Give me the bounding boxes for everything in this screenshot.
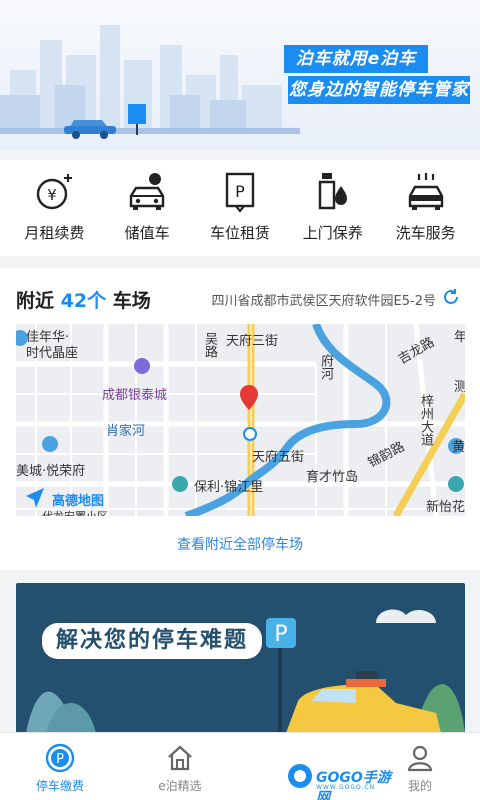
map-label: 成都银泰城 xyxy=(102,388,168,403)
promo-banner[interactable]: P 解决您的停车难题 xyxy=(16,583,465,733)
nearby-suffix: 车场 xyxy=(112,290,151,312)
watermark-logo: GOGO手游网 WWW.GOGO.CN xyxy=(286,762,404,800)
nearby-map[interactable]: 佳年华· 时代晶座 成都银泰城 肖家河 美城·悦荣府 保利·锦江里 天府三街 天… xyxy=(16,324,465,516)
bottom-tab-bar: P 停车缴费 e泊精选 我的 xyxy=(0,732,480,800)
hero-banner[interactable]: 泊车就用e泊车 您身边的智能停车管家 xyxy=(0,0,480,150)
service-monthly-renew[interactable]: ¥ 月租续费 xyxy=(9,170,99,256)
map-label: 年 xyxy=(454,330,465,345)
map-label: 育才竹岛 xyxy=(306,470,359,485)
map-label: 吴路 xyxy=(202,332,217,358)
map-label: 天府五街 xyxy=(252,450,305,465)
map-label: 时代晶座 xyxy=(26,346,79,361)
map-provider-logo: 高德地图 xyxy=(52,494,105,509)
nearby-prefix: 附近 xyxy=(16,290,55,312)
maintenance-oil-icon xyxy=(318,173,347,210)
parking-pay-icon: P xyxy=(45,743,75,773)
parking-lease-icon: P xyxy=(225,172,255,213)
nearby-count: 42个 xyxy=(60,290,107,312)
service-grid: ¥ 月租续费 储值车 P 车位租赁 上门保养 洗车服务 xyxy=(0,160,480,256)
nearby-heading: 附近 42个 车场 xyxy=(16,286,151,313)
map-label: 代龙安置小区 xyxy=(42,508,108,516)
service-label: 月租续费 xyxy=(24,224,85,242)
tab-label: e泊精选 xyxy=(158,779,202,793)
map-label: 保利·锦江里 xyxy=(194,480,264,495)
home-icon xyxy=(168,745,192,771)
promo-title: 解决您的停车难题 xyxy=(42,623,262,659)
svg-text:P: P xyxy=(56,752,64,767)
nearby-parking-card: 附近 42个 车场 四川省成都市武侯区天府软件园E5-2号 佳年华· 时代晶座 … xyxy=(0,268,480,570)
svg-text:P: P xyxy=(274,622,287,647)
current-address: 四川省成都市武侯区天府软件园E5-2号 xyxy=(211,294,436,309)
city-skyline-illustration xyxy=(0,25,300,139)
map-label: 梓州大道 xyxy=(418,394,433,446)
view-all-parking-link[interactable]: 查看附近全部停车场 xyxy=(0,534,480,554)
map-label: 天府三街 xyxy=(226,334,279,349)
map-label: 测 xyxy=(454,380,465,395)
tab-label: 停车缴费 xyxy=(35,779,84,793)
svg-text:¥: ¥ xyxy=(48,186,58,204)
stored-value-car-icon xyxy=(129,173,165,210)
service-stored-value-car[interactable]: 储值车 xyxy=(102,170,192,256)
map-label: 府河 xyxy=(318,354,333,380)
slogan-secondary: 您身边的智能停车管家 xyxy=(288,76,470,104)
watermark-icon xyxy=(288,764,312,788)
service-label: 上门保养 xyxy=(302,224,363,242)
refresh-location-icon[interactable] xyxy=(442,288,460,306)
service-label: 储值车 xyxy=(124,224,170,242)
service-label: 车位租赁 xyxy=(209,224,270,242)
map-label: 美城·悦荣府 xyxy=(16,464,86,479)
monthly-renew-icon: ¥ xyxy=(37,174,73,210)
slogan-primary: 泊车就用e泊车 xyxy=(284,45,428,73)
car-wash-icon xyxy=(408,173,443,210)
service-parking-lease[interactable]: P 车位租赁 xyxy=(195,170,285,256)
map-label: 肖家河 xyxy=(106,424,146,439)
tab-label: 我的 xyxy=(407,779,432,793)
tab-e-selection[interactable]: e泊精选 xyxy=(120,733,240,800)
service-maintenance[interactable]: 上门保养 xyxy=(288,170,378,256)
watermark-subtext: WWW.GOGO.CN xyxy=(316,784,376,791)
service-label: 洗车服务 xyxy=(395,224,456,242)
map-label: 黄 xyxy=(452,440,465,455)
svg-text:P: P xyxy=(235,182,245,201)
map-label: 新怡花 xyxy=(426,500,465,515)
tab-parking-pay[interactable]: P 停车缴费 xyxy=(0,733,120,800)
user-icon xyxy=(407,745,433,772)
service-car-wash[interactable]: 洗车服务 xyxy=(381,170,471,256)
